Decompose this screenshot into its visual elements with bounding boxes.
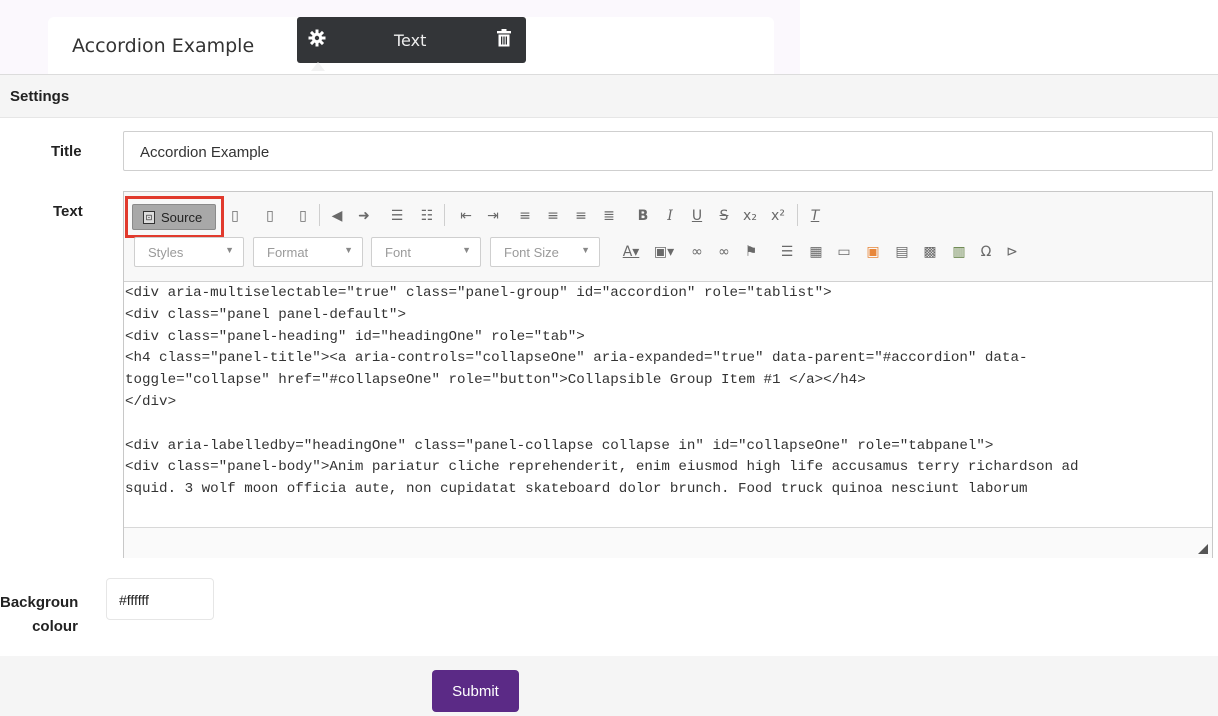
paste-word-icon[interactable]: ▯ [294,207,312,225]
italic-icon[interactable]: I [661,207,679,225]
redo-icon[interactable]: ➜ [355,207,373,225]
editor-toolbar: ⊡ Source ▯ ▯ ▯ ◀ ➜ ☰ ☷ ⇤ ⇥ ≡ ≡ ≡ ≣ B I U… [124,192,1212,282]
font-size-select[interactable]: Font Size ▼ [490,237,600,267]
image-icon[interactable]: ▭ [834,243,854,261]
source-line: <div aria-multiselectable="true" class="… [125,285,832,301]
youtube-icon[interactable]: ▤ [892,243,912,261]
numbered-list-icon[interactable]: ☰ [388,207,406,225]
indent-icon[interactable]: ⇥ [484,207,502,225]
remove-format-icon[interactable]: T [806,207,824,225]
styles-select[interactable]: Styles ▼ [134,237,244,267]
format-select-label: Format [267,245,309,260]
outdent-icon[interactable]: ⇤ [457,207,475,225]
editor-footer [124,527,1212,558]
toolbar-separator [444,204,445,226]
justify-icon[interactable]: ≣ [600,207,618,225]
video-icon[interactable]: ▩ [920,243,940,261]
bold-icon[interactable]: B [634,207,652,225]
background-label-line1: Backgroun [0,594,79,611]
bulleted-list-icon[interactable]: ☷ [418,207,436,225]
background-label-line2: colour [32,618,78,635]
superscript-icon[interactable]: x² [769,207,787,225]
background-colour-input[interactable]: #ffffff [106,578,214,620]
text-color-icon[interactable]: A▾ [618,243,644,261]
strikethrough-icon[interactable]: S [715,207,733,225]
font-select-label: Font [385,245,412,260]
subscript-icon[interactable]: x₂ [741,207,759,225]
underline-icon[interactable]: U [688,207,706,225]
link-icon[interactable]: ∞ [687,243,707,261]
iframe-icon[interactable]: ▣ [863,243,883,261]
toolbar-separator [797,204,798,226]
trash-icon[interactable] [497,29,511,47]
text-label: Text [53,203,83,220]
settings-title: Settings [10,88,70,105]
copy-icon[interactable]: ▯ [226,207,244,225]
chevron-down-icon: ▼ [462,245,471,255]
title-label: Title [51,143,82,160]
background-colour-label: Backgroun colour [0,591,104,639]
source-line: <div aria-labelledby="headingOne" class=… [125,437,994,454]
background-colour-value: #ffffff [119,592,149,608]
source-line: <div class="panel panel-default"> [125,306,406,323]
form-footer [0,656,1218,716]
popover-label[interactable]: Text [394,31,426,50]
special-character-icon[interactable]: Ω [976,243,996,261]
rich-text-editor: ⊡ Source ▯ ▯ ▯ ◀ ➜ ☰ ☷ ⇤ ⇥ ≡ ≡ ≡ ≣ B I U… [123,191,1213,558]
toolbar-separator [319,204,320,226]
title-input[interactable]: Accordion Example [123,131,1213,171]
element-popover: Text [297,17,526,63]
source-line: <div class="panel-heading" id="headingOn… [125,328,585,345]
source-code-area[interactable]: <div aria-multiselectable="true" class="… [124,282,1212,523]
source-line: </div> [125,393,177,410]
submit-button[interactable]: Submit [432,670,519,712]
source-highlight-box [125,196,224,238]
chevron-down-icon: ▼ [581,245,590,255]
align-center-icon[interactable]: ≡ [544,207,562,225]
anchor-icon[interactable]: ⚑ [741,243,761,261]
source-line [124,414,1212,436]
source-line: toggle="collapse" href="#collapseOne" ro… [125,372,866,389]
popover-arrow [311,62,325,71]
font-select[interactable]: Font ▼ [371,237,481,267]
align-left-icon[interactable]: ≡ [516,207,534,225]
undo-icon[interactable]: ◀ [328,207,346,225]
font-size-select-label: Font Size [504,245,559,260]
table-icon[interactable]: ▦ [806,243,826,261]
align-right-icon[interactable]: ≡ [572,207,590,225]
format-select[interactable]: Format ▼ [253,237,363,267]
chevron-down-icon: ▼ [225,245,234,255]
gear-icon[interactable] [308,29,326,47]
unlink-icon[interactable]: ∞ [714,243,734,261]
source-line: <h4 class="panel-title"><a aria-controls… [125,350,1028,367]
background-color-icon[interactable]: ▣▾ [651,243,677,261]
horizontal-line-icon[interactable]: ☰ [777,243,797,261]
source-line: <div class="panel-body">Anim pariatur cl… [125,459,1079,476]
resize-handle-icon[interactable] [1198,544,1208,554]
media-icon[interactable]: ▥ [949,243,969,261]
show-blocks-icon[interactable]: ⊳ [1002,243,1022,261]
paste-text-icon[interactable]: ▯ [261,207,279,225]
source-line: squid. 3 wolf moon officia aute, non cup… [125,481,1028,498]
styles-select-label: Styles [148,245,184,260]
preview-title: Accordion Example [72,35,255,57]
chevron-down-icon: ▼ [344,245,353,255]
settings-header: Settings [0,75,1218,118]
